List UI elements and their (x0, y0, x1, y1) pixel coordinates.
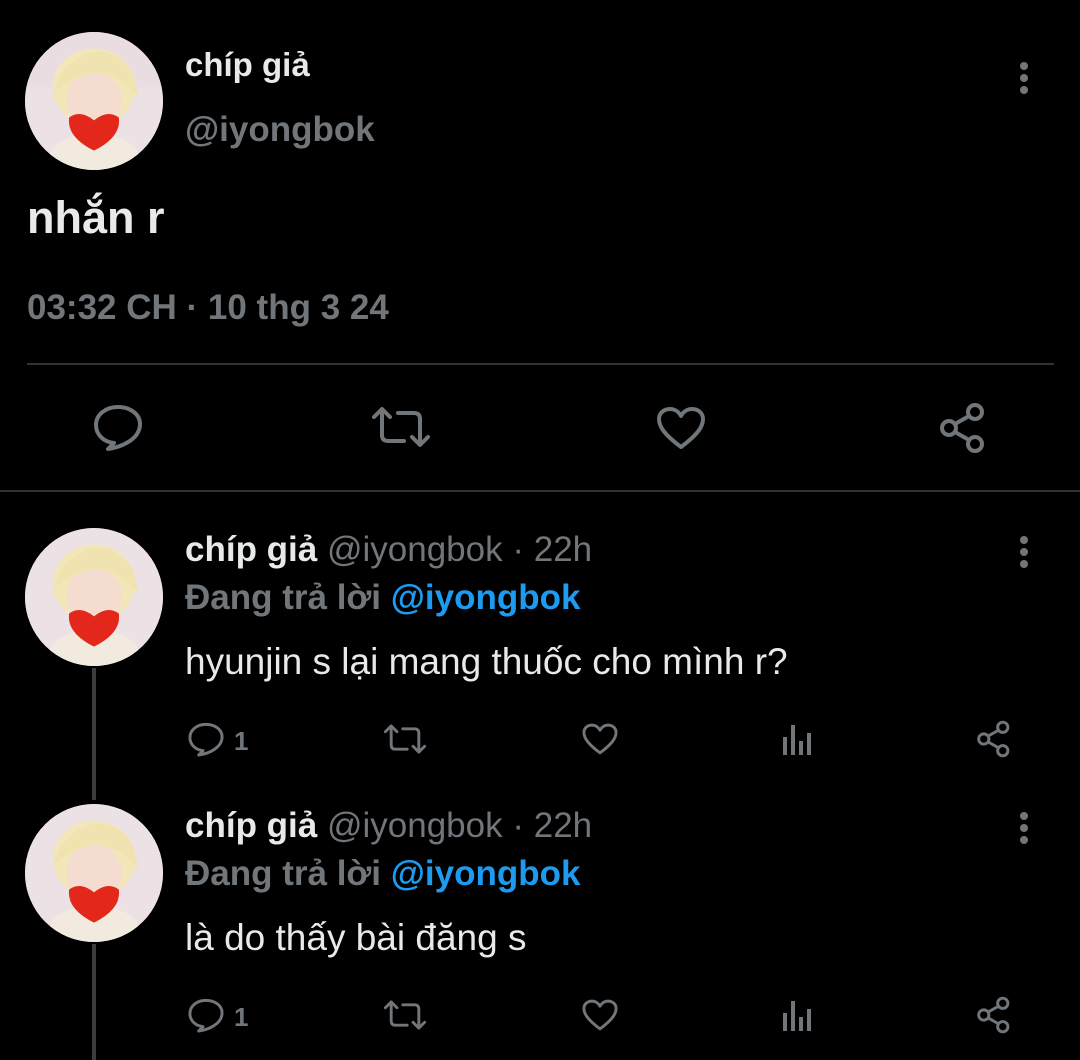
retweet-icon[interactable] (370, 405, 432, 449)
reply-text: là do thấy bài đăng s (185, 917, 527, 958)
share-icon[interactable] (937, 402, 989, 454)
views-icon[interactable] (780, 721, 816, 757)
share-icon[interactable] (975, 996, 1013, 1034)
avatar[interactable] (25, 32, 163, 170)
more-icon[interactable] (1010, 810, 1038, 846)
divider (27, 363, 1054, 365)
reply-time[interactable]: · 22h (512, 530, 592, 569)
reply-text: hyunjin s lại mang thuốc cho mình r? (185, 641, 788, 682)
views-icon[interactable] (780, 997, 816, 1033)
display-name[interactable]: chíp giả (185, 46, 310, 84)
replying-to: Đang trả lời @iyongbok (185, 854, 580, 894)
replying-label: Đang trả lời (185, 854, 382, 893)
reply-icon[interactable] (187, 721, 225, 757)
display-name[interactable]: chíp giả (185, 806, 317, 845)
handle[interactable]: @iyongbok (185, 110, 375, 150)
reply-count: 1 (234, 1002, 249, 1032)
replying-label: Đang trả lời (185, 578, 382, 617)
handle[interactable]: @iyongbok (327, 530, 503, 569)
like-icon[interactable] (581, 998, 619, 1032)
retweet-icon[interactable] (382, 723, 428, 755)
replying-to: Đang trả lời @iyongbok (185, 578, 580, 618)
reply-time[interactable]: · 22h (512, 806, 592, 845)
replying-to-handle[interactable]: @iyongbok (391, 578, 581, 617)
like-icon[interactable] (655, 405, 707, 451)
share-icon[interactable] (975, 720, 1013, 758)
avatar[interactable] (25, 528, 163, 666)
display-name[interactable]: chíp giả (185, 530, 317, 569)
more-icon[interactable] (1010, 60, 1038, 96)
reply-icon[interactable] (187, 997, 225, 1033)
handle[interactable]: @iyongbok (327, 806, 503, 845)
reply-header: chíp giả @iyongbok · 22h (185, 530, 592, 570)
tweet-text: nhắn r (27, 192, 165, 243)
thread-line (92, 668, 96, 800)
more-icon[interactable] (1010, 534, 1038, 570)
retweet-icon[interactable] (382, 999, 428, 1031)
thread-line (92, 944, 96, 1060)
reply-header: chíp giả @iyongbok · 22h (185, 806, 592, 846)
avatar[interactable] (25, 804, 163, 942)
reply-icon[interactable] (92, 403, 144, 451)
like-icon[interactable] (581, 722, 619, 756)
tweet-timestamp[interactable]: 03:32 CH · 10 thg 3 24 (27, 288, 389, 328)
replying-to-handle[interactable]: @iyongbok (391, 854, 581, 893)
section-divider (0, 490, 1080, 492)
reply-count: 1 (234, 726, 249, 756)
